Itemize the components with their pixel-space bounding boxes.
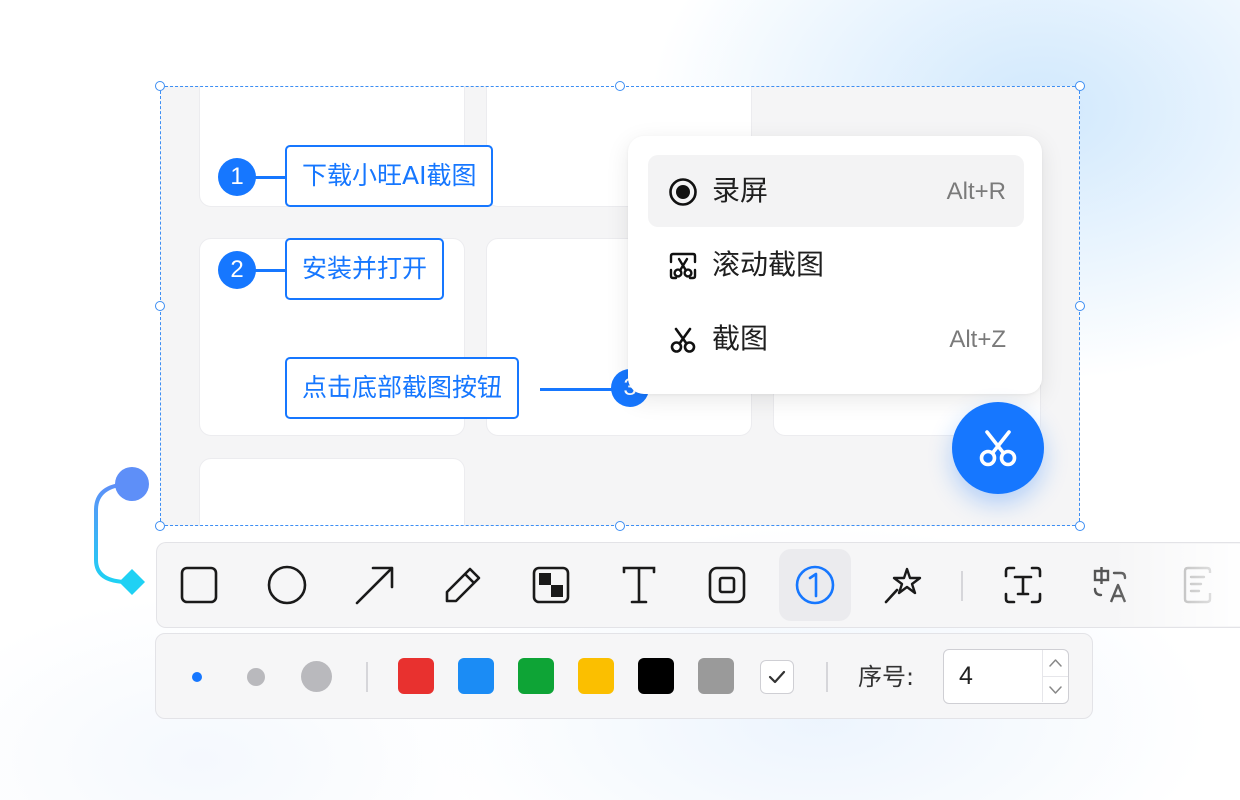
size-medium-option[interactable] [247, 668, 265, 686]
color-green-swatch[interactable] [518, 658, 554, 694]
arrow-icon [355, 566, 394, 605]
text-recognition-icon [1004, 566, 1042, 604]
color-red-swatch[interactable] [398, 658, 434, 694]
menu-item-scroll-screenshot[interactable]: 滚动截图 [648, 229, 1024, 301]
mosaic-icon [532, 566, 570, 604]
color-black-swatch[interactable] [638, 658, 674, 694]
resize-handle-bottom[interactable] [615, 521, 625, 531]
screenshot-fab-button[interactable] [952, 402, 1044, 494]
step-3-label: 点击底部截图按钮 [285, 357, 520, 419]
chevron-up-icon [1049, 659, 1062, 667]
pencil-icon [445, 567, 481, 603]
options-bar: 序号: 4 [155, 633, 1093, 719]
step-2-badge: 2 [218, 251, 256, 289]
menu-item-label: 滚动截图 [712, 248, 825, 281]
mosaic-tool-button[interactable] [515, 549, 587, 621]
square-icon [180, 566, 218, 604]
toolbar-fade [1110, 544, 1240, 626]
number-stepper [1042, 650, 1068, 702]
numbered-circle-icon [795, 565, 835, 605]
color-yellow-swatch[interactable] [578, 658, 614, 694]
capture-mode-menu: 录屏 Alt+R 滚动截图 截图 Alt+Z [628, 136, 1042, 394]
circle-icon [267, 565, 307, 605]
resize-handle-bottom-right[interactable] [1075, 521, 1085, 531]
number-label: 序号: [858, 663, 915, 691]
step-1-badge: 1 [218, 158, 256, 196]
menu-item-label: 录屏 [712, 174, 769, 207]
step-2-connector [255, 269, 287, 272]
magic-tool-button[interactable] [867, 549, 939, 621]
text-icon [622, 566, 656, 604]
fill-checkbox[interactable] [760, 660, 794, 694]
arrow-tool-button[interactable] [339, 549, 411, 621]
resize-handle-top-left[interactable] [155, 81, 165, 91]
options-separator [366, 662, 368, 692]
step-3-connector [540, 388, 614, 391]
record-icon [669, 178, 697, 206]
step-1-connector [255, 176, 287, 179]
menu-item-screenshot[interactable]: 截图 Alt+Z [648, 303, 1024, 375]
text-tool-button[interactable] [603, 549, 675, 621]
number-tool-button[interactable] [779, 549, 851, 621]
rectangle-tool-button[interactable] [163, 549, 235, 621]
color-blue-swatch[interactable] [458, 658, 494, 694]
options-separator [826, 662, 828, 692]
menu-item-label: 截图 [712, 322, 769, 355]
increment-button[interactable] [1043, 650, 1068, 676]
scissors-icon [979, 430, 1017, 467]
size-large-option[interactable] [301, 661, 332, 692]
step-1-label: 下载小旺AI截图 [285, 145, 494, 207]
resize-handle-left[interactable] [155, 301, 165, 311]
step-2-label: 安装并打开 [285, 238, 445, 300]
menu-item-shortcut: Alt+R [946, 178, 1006, 205]
annotation-toolbar [156, 542, 1240, 628]
chevron-down-icon [1049, 686, 1062, 694]
magic-wand-icon [884, 567, 922, 604]
decrement-button[interactable] [1043, 676, 1068, 702]
ellipse-tool-button[interactable] [251, 549, 323, 621]
resize-handle-top-right[interactable] [1075, 81, 1085, 91]
color-gray-swatch[interactable] [698, 658, 734, 694]
size-small-option[interactable] [192, 672, 202, 682]
checkmark-icon [768, 670, 786, 684]
resize-handle-right[interactable] [1075, 301, 1085, 311]
menu-item-record[interactable]: 录屏 Alt+R [648, 155, 1024, 227]
menu-item-shortcut: Alt+Z [949, 326, 1006, 353]
number-value[interactable]: 4 [959, 661, 973, 691]
ocr-tool-button[interactable] [987, 549, 1059, 621]
pen-tool-button[interactable] [427, 549, 499, 621]
toolbar-separator [961, 571, 963, 601]
number-input[interactable]: 4 [943, 649, 1069, 704]
scroll-screenshot-icon [669, 252, 697, 280]
highlight-box-icon [708, 566, 746, 604]
resize-handle-top[interactable] [615, 81, 625, 91]
scissors-icon [670, 327, 696, 353]
highlight-tool-button[interactable] [691, 549, 763, 621]
